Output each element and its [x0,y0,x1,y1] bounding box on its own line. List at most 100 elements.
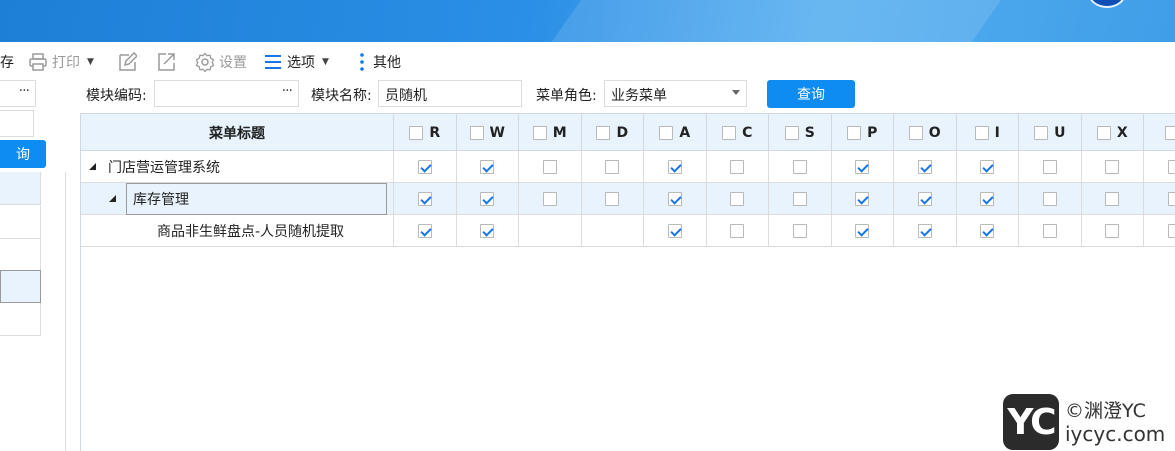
permission-cell[interactable] [1144,183,1175,215]
permission-cell[interactable] [394,183,457,215]
permission-checkbox[interactable] [667,159,682,174]
column-header-i[interactable]: I [957,114,1019,151]
select-all-checkbox[interactable] [974,125,989,140]
ellipsis-icon[interactable]: ··· [19,83,30,99]
permission-checkbox[interactable] [730,159,745,174]
ellipsis-icon[interactable]: ··· [282,83,293,99]
left-panel-input[interactable] [0,110,34,137]
permission-cell[interactable] [1081,183,1144,215]
permission-cell[interactable] [581,183,644,215]
select-all-checkbox[interactable] [659,125,674,140]
select-all-checkbox[interactable] [532,125,547,140]
export-button[interactable] [156,52,176,72]
permission-checkbox[interactable] [605,191,620,206]
column-header-u[interactable]: U [1019,114,1082,151]
print-button[interactable]: 打印 ▼ [28,52,94,72]
select-all-checkbox[interactable] [1164,125,1175,140]
permission-cell[interactable] [1019,183,1082,215]
column-header-c[interactable]: C [707,114,769,151]
permission-checkbox[interactable] [917,191,932,206]
permission-cell[interactable] [956,215,1019,247]
permission-cell[interactable] [394,151,457,183]
permission-cell[interactable] [456,151,519,183]
select-all-checkbox[interactable] [847,125,862,140]
column-header-w[interactable]: W [457,114,519,151]
permission-checkbox[interactable] [792,159,807,174]
permission-cell[interactable] [1144,215,1175,247]
menu-role-select[interactable]: 业务菜单 [604,80,747,107]
tree-cell[interactable]: 商品非生鲜盘点-人员随机提取 [81,215,394,247]
list-item-selected[interactable] [0,270,41,303]
column-header-d[interactable]: D [582,114,644,151]
permission-checkbox[interactable] [605,159,620,174]
permission-cell[interactable] [644,215,707,247]
module-name-input[interactable]: 员随机 [378,80,522,107]
permission-cell[interactable] [831,183,894,215]
query-button[interactable]: 查询 [767,80,855,108]
expand-toggle-icon[interactable] [89,163,96,170]
permission-checkbox[interactable] [480,191,495,206]
permission-checkbox[interactable] [417,223,432,238]
permission-checkbox[interactable] [1042,191,1057,206]
permission-checkbox[interactable] [1042,223,1057,238]
column-header-o[interactable]: O [894,114,957,151]
permission-checkbox[interactable] [980,191,995,206]
permission-cell[interactable] [644,183,707,215]
column-header-x[interactable]: X [1082,114,1144,151]
permission-cell[interactable] [1019,215,1082,247]
permission-cell[interactable] [456,215,519,247]
permission-checkbox[interactable] [667,223,682,238]
column-header-r[interactable]: R [394,114,457,151]
permission-checkbox[interactable] [792,191,807,206]
column-header-extra[interactable] [1144,114,1175,151]
permission-cell[interactable] [769,151,832,183]
permission-cell[interactable] [769,183,832,215]
permission-checkbox[interactable] [980,223,995,238]
left-query-button[interactable]: 询 [0,140,46,168]
tree-cell[interactable]: 门店营运管理系统 [81,151,394,183]
permission-cell[interactable] [706,183,769,215]
permission-cell[interactable] [1144,151,1175,183]
permission-checkbox[interactable] [730,223,745,238]
select-all-checkbox[interactable] [908,125,923,140]
permission-cell[interactable] [706,151,769,183]
permission-checkbox[interactable] [480,159,495,174]
permission-cell[interactable] [519,151,582,183]
column-header-p[interactable]: P [832,114,894,151]
permission-checkbox[interactable] [855,223,870,238]
edit-button[interactable] [117,52,137,72]
permission-cell[interactable] [519,183,582,215]
permission-checkbox[interactable] [1167,191,1175,206]
permission-cell[interactable] [831,151,894,183]
permission-cell[interactable] [956,151,1019,183]
save-button[interactable]: 存 [0,52,14,72]
left-search-input[interactable]: ··· [0,80,36,107]
select-all-checkbox[interactable] [409,125,424,140]
list-item[interactable] [0,303,41,336]
select-all-checkbox[interactable] [469,125,484,140]
column-header-s[interactable]: S [769,114,832,151]
permission-cell[interactable] [1019,151,1082,183]
permission-checkbox[interactable] [542,191,557,206]
permission-checkbox[interactable] [1105,191,1120,206]
permission-cell[interactable] [894,215,957,247]
table-row[interactable]: 门店营运管理系统 [81,151,1175,183]
permission-cell[interactable] [831,215,894,247]
permission-checkbox[interactable] [1167,223,1175,238]
column-header-menu-title[interactable]: 菜单标题 [81,114,394,151]
permission-cell[interactable] [1081,215,1144,247]
permission-cell[interactable] [519,215,582,247]
select-all-checkbox[interactable] [722,125,737,140]
select-all-checkbox[interactable] [1096,125,1111,140]
permission-cell[interactable] [394,215,457,247]
permission-checkbox[interactable] [917,223,932,238]
permission-cell[interactable] [894,183,957,215]
permission-checkbox[interactable] [730,191,745,206]
permission-cell[interactable] [581,215,644,247]
permission-cell[interactable] [1081,151,1144,183]
permission-cell[interactable] [894,151,957,183]
permission-checkbox[interactable] [1042,159,1057,174]
table-row[interactable]: 商品非生鲜盘点-人员随机提取 [81,215,1175,247]
user-avatar[interactable] [1088,0,1126,8]
more-menu[interactable]: 其他 [355,52,401,72]
